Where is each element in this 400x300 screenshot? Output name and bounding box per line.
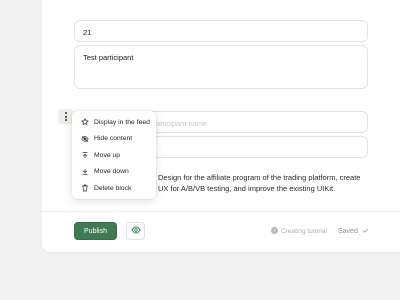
menu-item-display-in-feed[interactable]: Display in the feed: [72, 114, 156, 131]
help-icon: ?: [271, 227, 278, 236]
kebab-dot: [64, 118, 67, 121]
eye-off-icon: [81, 135, 89, 143]
number-field[interactable]: 21: [74, 20, 368, 42]
save-status-label: Saved: [338, 228, 358, 235]
move-down-icon: [81, 168, 89, 176]
number-field-value: 21: [83, 28, 92, 37]
menu-item-label: Move down: [94, 168, 129, 176]
menu-item-hide-content[interactable]: Hide content: [72, 131, 156, 148]
participant-name-placeholder: Participant name: [151, 119, 208, 128]
menu-item-label: Move up: [94, 151, 121, 159]
eye-icon: [130, 222, 141, 240]
pin-icon: [81, 118, 89, 126]
menu-item-label: Display in the feed: [94, 118, 150, 126]
block-options-button[interactable]: [58, 109, 73, 124]
kebab-dot: [64, 115, 67, 118]
publish-button[interactable]: Publish: [74, 222, 117, 240]
kebab-dot: [64, 112, 67, 115]
trash-icon: [81, 184, 89, 192]
preview-button[interactable]: [126, 222, 145, 240]
check-icon: [362, 227, 369, 236]
participant-textarea[interactable]: Test participant: [74, 45, 368, 89]
menu-item-label: Hide content: [94, 135, 133, 143]
menu-item-move-down[interactable]: Move down: [72, 164, 156, 181]
participant-name-input[interactable]: Participant name: [140, 111, 368, 133]
menu-item-delete-block[interactable]: Delete block: [72, 180, 156, 197]
move-up-icon: [81, 151, 89, 159]
tutorial-link[interactable]: ? Creating tutorial: [271, 227, 327, 236]
menu-item-label: Delete block: [94, 184, 132, 192]
tutorial-label: Creating tutorial: [281, 228, 327, 235]
participant-textarea-value: Test participant: [83, 53, 134, 62]
save-status: Saved: [338, 227, 369, 236]
secondary-input[interactable]: [140, 136, 368, 158]
block-context-menu: Display in the feed Hide content Move up…: [72, 111, 156, 199]
footer-divider: [42, 211, 400, 212]
menu-item-move-up[interactable]: Move up: [72, 147, 156, 164]
description-text: Design for the affiliate program of the …: [158, 173, 361, 193]
svg-text:?: ?: [273, 228, 276, 234]
